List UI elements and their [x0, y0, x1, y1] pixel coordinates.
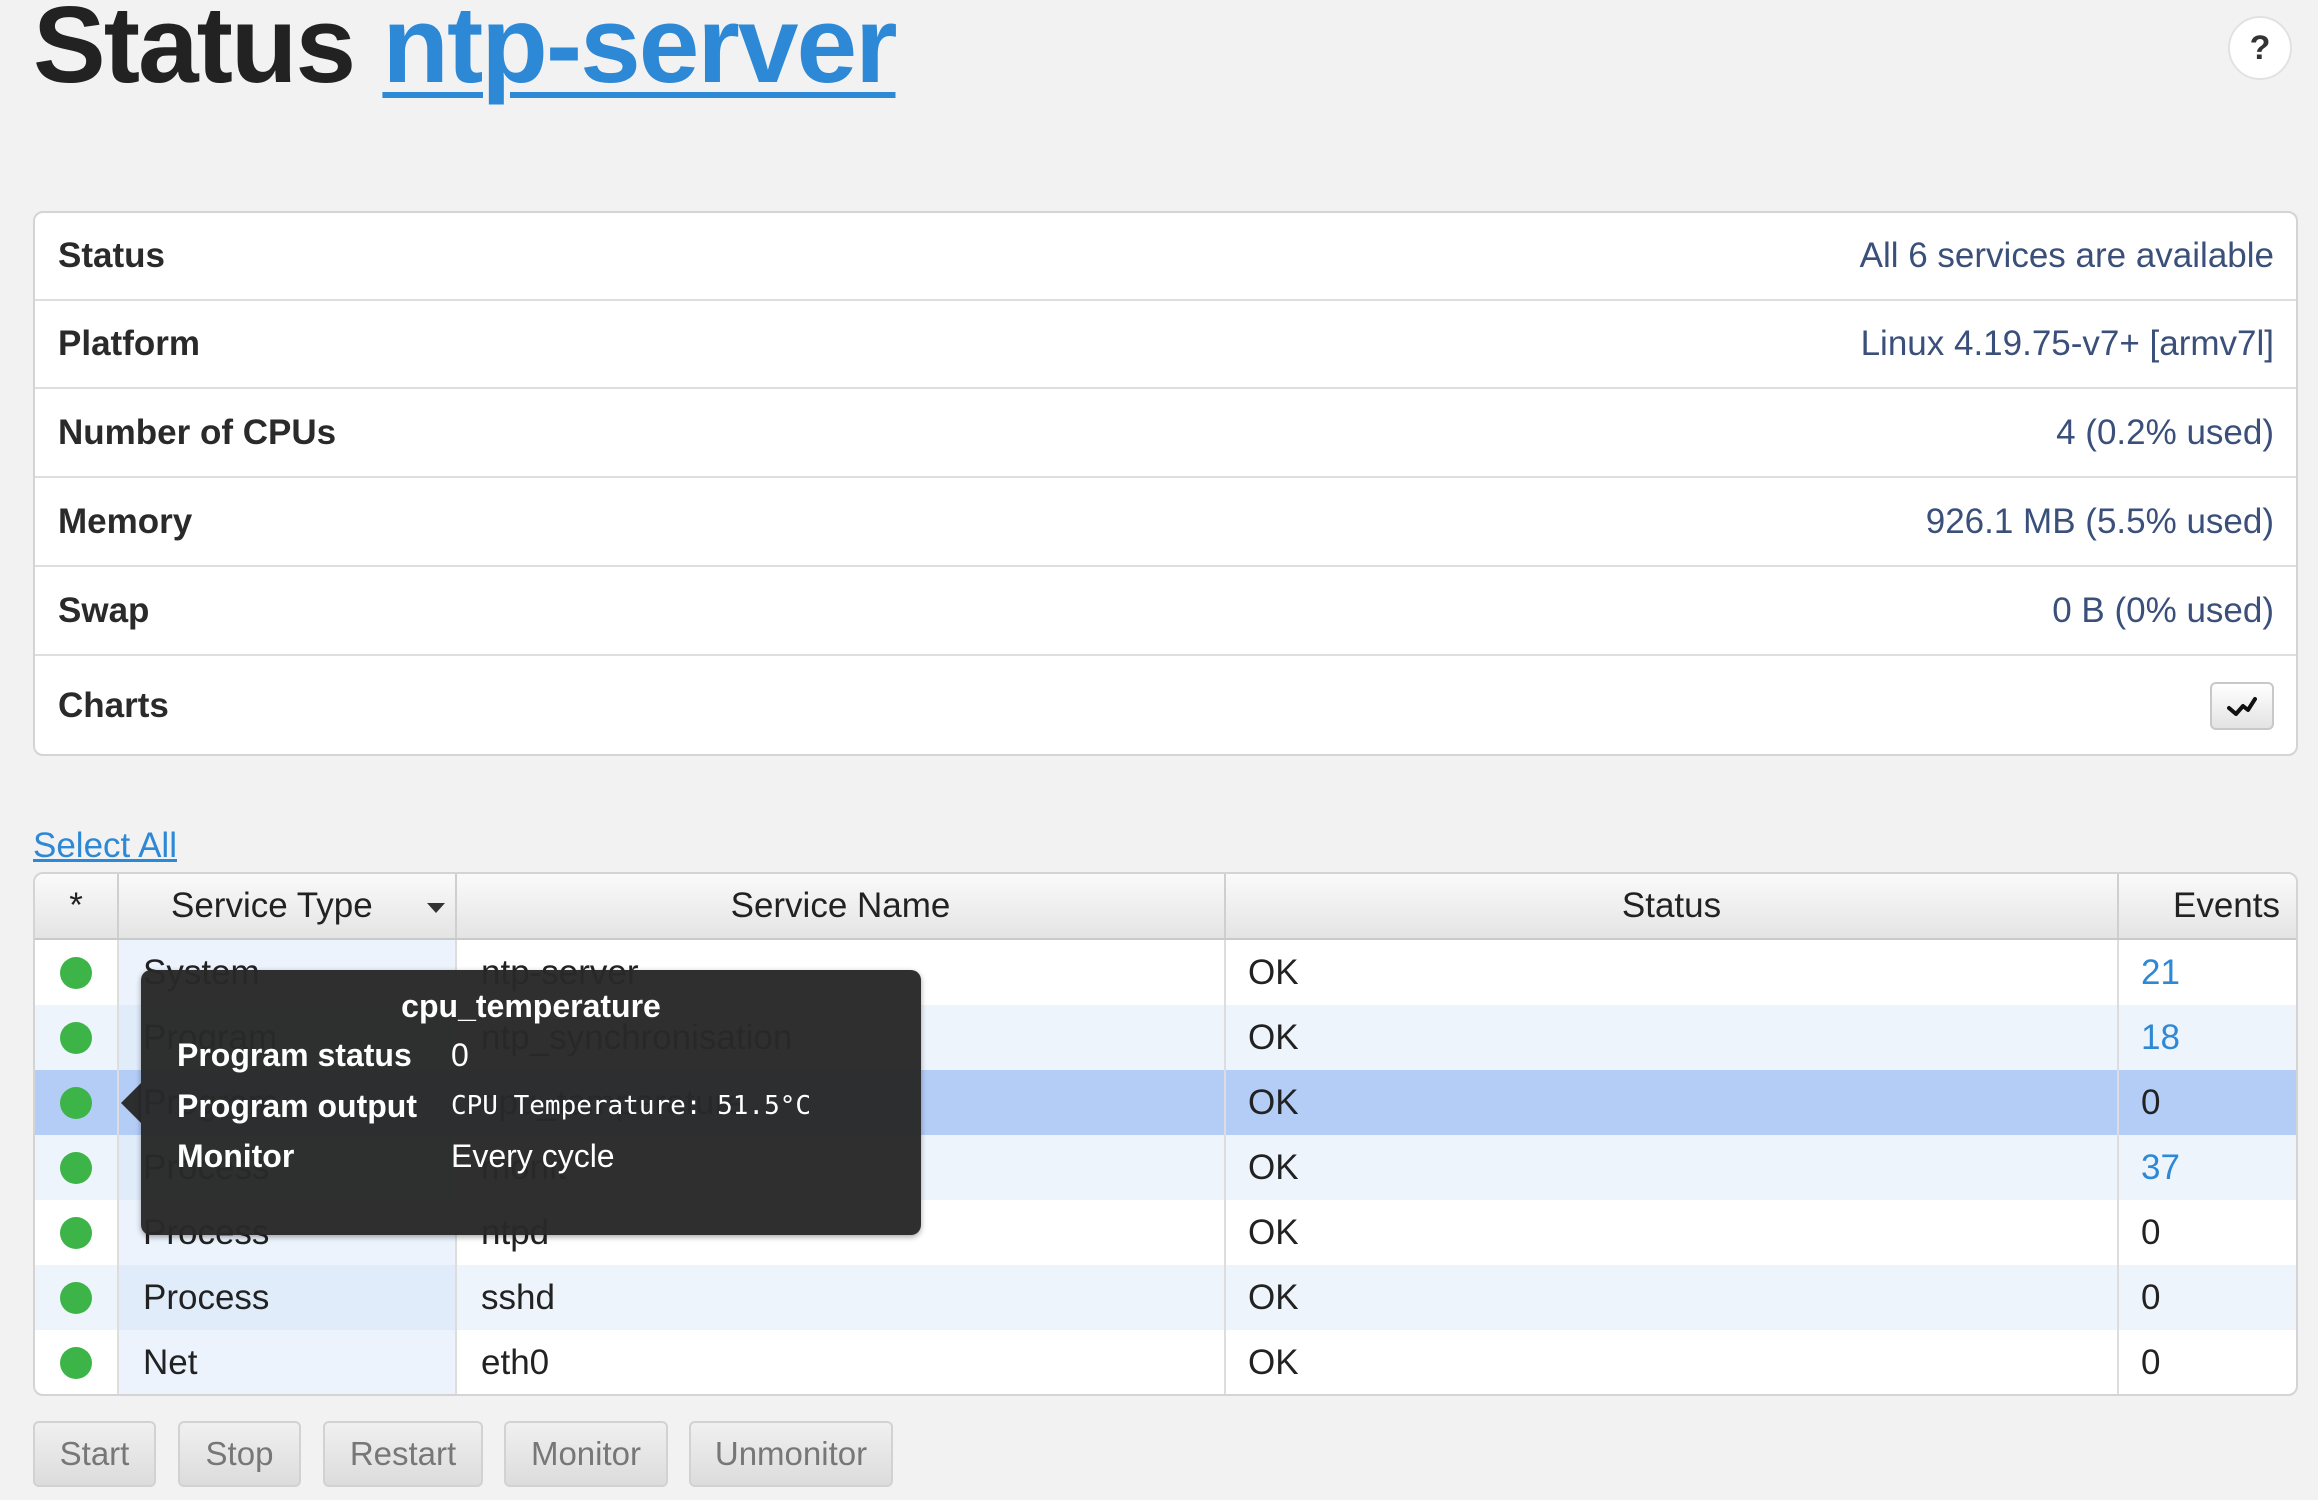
info-label: Charts: [58, 685, 169, 725]
status-cell: [35, 1005, 119, 1070]
service-type: Net: [119, 1330, 457, 1394]
info-value: 0 B (0% used): [2052, 591, 2274, 630]
service-events: 0: [2141, 1277, 2161, 1317]
status-cell: [35, 940, 119, 1005]
service-events-link[interactable]: 21: [2119, 940, 2296, 1005]
info-row-swap: Swap 0 B (0% used): [35, 568, 2296, 656]
help-button[interactable]: ?: [2228, 16, 2292, 80]
service-status: OK: [1226, 1330, 2119, 1394]
tooltip-title: cpu_temperature: [401, 988, 661, 1024]
charts-toggle-button[interactable]: [2210, 681, 2274, 730]
status-ok-icon: [60, 1086, 92, 1119]
service-tooltip: cpu_temperature Program status 0 Program…: [141, 970, 921, 1235]
info-label: Status: [58, 236, 165, 275]
unmonitor-button[interactable]: Unmonitor: [689, 1421, 893, 1487]
tooltip-key: Program status: [177, 1036, 412, 1073]
table-row[interactable]: Process sshd OK 0: [35, 1265, 2296, 1330]
service-type: Process: [119, 1265, 457, 1330]
start-button[interactable]: Start: [33, 1421, 156, 1487]
tooltip-row: Monitor Every cycle: [177, 1136, 911, 1176]
restart-button[interactable]: Restart: [323, 1421, 483, 1487]
monitor-button[interactable]: Monitor: [504, 1421, 668, 1487]
info-row-charts: Charts: [35, 657, 2296, 754]
info-value: 926.1 MB (5.5% used): [1925, 502, 2274, 541]
service-events: 0: [2141, 1212, 2161, 1252]
status-cell: [35, 1200, 119, 1265]
status-cell: [35, 1265, 119, 1330]
host-name-link[interactable]: ntp-server: [382, 0, 897, 106]
tooltip-key: Program output: [177, 1087, 417, 1124]
service-name[interactable]: eth0: [457, 1330, 1226, 1394]
table-header: * Service Type Service Name Status Event…: [35, 874, 2296, 940]
info-value: All 6 services are available: [1859, 236, 2274, 275]
chart-line-icon: [2227, 696, 2257, 716]
service-status: OK: [1226, 1200, 2119, 1265]
header-label: Service Type: [171, 886, 373, 925]
system-info-panel: Status All 6 services are available Plat…: [33, 211, 2298, 756]
table-row[interactable]: Net eth0 OK 0: [35, 1330, 2296, 1394]
tooltip-row: Program status 0: [177, 1035, 911, 1075]
info-label: Memory: [58, 502, 193, 541]
service-status: OK: [1226, 1005, 2119, 1070]
status-cell: [35, 1135, 119, 1200]
status-ok-icon: [60, 1216, 92, 1249]
info-row-cpus: Number of CPUs 4 (0.2% used): [35, 390, 2296, 478]
tooltip-key: Monitor: [177, 1137, 295, 1174]
tooltip-value: CPU Temperature: 51.5°C: [451, 1091, 812, 1121]
info-row-platform: Platform Linux 4.19.75-v7+ [armv7l]: [35, 301, 2296, 389]
status-cell: [35, 1330, 119, 1394]
service-status: OK: [1226, 1135, 2119, 1200]
stop-button[interactable]: Stop: [178, 1421, 301, 1487]
sort-descending-icon: [427, 903, 445, 913]
service-status: OK: [1226, 1265, 2119, 1330]
service-events-link[interactable]: 18: [2119, 1005, 2296, 1070]
service-status: OK: [1226, 1070, 2119, 1135]
status-ok-icon: [60, 1021, 92, 1054]
info-row-status: Status All 6 services are available: [35, 213, 2296, 301]
tooltip-row: Program output CPU Temperature: 51.5°C: [177, 1086, 911, 1126]
info-value: 4 (0.2% used): [2056, 413, 2274, 452]
header-select[interactable]: *: [35, 874, 119, 938]
status-ok-icon: [60, 1151, 92, 1184]
info-label: Number of CPUs: [58, 413, 337, 452]
tooltip-value: Every cycle: [451, 1137, 615, 1174]
service-status: OK: [1226, 940, 2119, 1005]
status-ok-icon: [60, 956, 92, 989]
service-events: 0: [2141, 1342, 2161, 1382]
select-all-link[interactable]: Select All: [33, 826, 177, 866]
tooltip-value: 0: [451, 1036, 469, 1073]
info-row-memory: Memory 926.1 MB (5.5% used): [35, 479, 2296, 567]
header-service-type[interactable]: Service Type: [119, 874, 457, 938]
service-events: 0: [2141, 1082, 2161, 1122]
service-events-link[interactable]: 37: [2119, 1135, 2296, 1200]
page-title: Status ntp-server: [33, 0, 898, 106]
status-ok-icon: [60, 1281, 92, 1314]
info-value: Linux 4.19.75-v7+ [armv7l]: [1860, 324, 2274, 363]
service-name[interactable]: sshd: [457, 1265, 1226, 1330]
status-ok-icon: [60, 1346, 92, 1379]
header-events[interactable]: Events: [2119, 874, 2296, 938]
status-cell: [35, 1070, 119, 1135]
info-label: Swap: [58, 591, 150, 630]
header-status[interactable]: Status: [1226, 874, 2119, 938]
info-label: Platform: [58, 324, 200, 363]
title-prefix: Status: [33, 0, 356, 106]
tooltip-arrow: [121, 1083, 141, 1123]
header-service-name[interactable]: Service Name: [457, 874, 1226, 938]
